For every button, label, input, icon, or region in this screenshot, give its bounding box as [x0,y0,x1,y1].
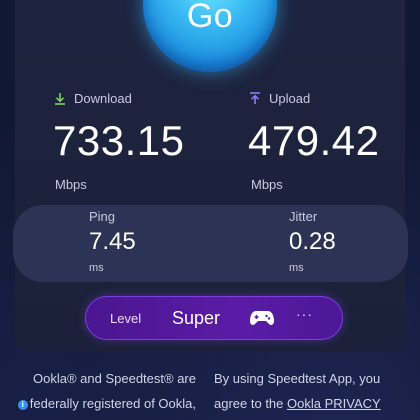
trademark-line-2: i federally registered of Ookla, [14,391,196,416]
privacy-line-2-prefix: agree to the [214,396,284,411]
jitter-value: 0.28 [289,228,336,255]
gamepad-icon [250,311,274,325]
level-label: Level [110,311,142,326]
privacy-line-2: agree to the Ookla PRIVACY [214,391,414,416]
privacy-line-1: By using Speedtest App, you [214,371,381,386]
upload-unit: Mbps [251,177,283,192]
download-label: Download [74,91,132,106]
upload-arrow-icon [250,92,260,104]
level-value: Super [172,308,221,328]
trademark-line-2-text: federally registered of Ookla, [29,396,196,411]
upload-header: Upload [249,91,310,106]
privacy-notice: By using Speedtest App, you agree to the… [214,366,414,416]
trademark-line-1: Ookla® and Speedtest® are [33,371,196,386]
more-options-button[interactable]: ··· [296,306,313,322]
ping-unit: ms [89,262,104,274]
upload-label: Upload [269,91,311,106]
speedtest-screen: Go Download 733.15 Mbps Upload 479.42 Mb… [0,0,420,420]
ping-value: 7.45 [89,228,136,255]
latency-stats-bar [13,205,408,282]
trademark-notice: Ookla® and Speedtest® are i federally reg… [14,366,196,416]
jitter-label: Jitter [289,209,318,224]
ping-label: Ping [89,209,116,224]
download-header: Download [54,91,132,106]
go-button-label: Go [186,0,234,35]
download-unit: Mbps [55,177,87,192]
upload-value: 479.42 [248,117,380,164]
privacy-policy-link[interactable]: Ookla PRIVACY [287,396,381,411]
download-value: 733.15 [53,117,185,164]
download-arrow-icon [55,93,65,105]
info-icon[interactable]: i [17,399,28,410]
jitter-unit: ms [289,262,304,274]
